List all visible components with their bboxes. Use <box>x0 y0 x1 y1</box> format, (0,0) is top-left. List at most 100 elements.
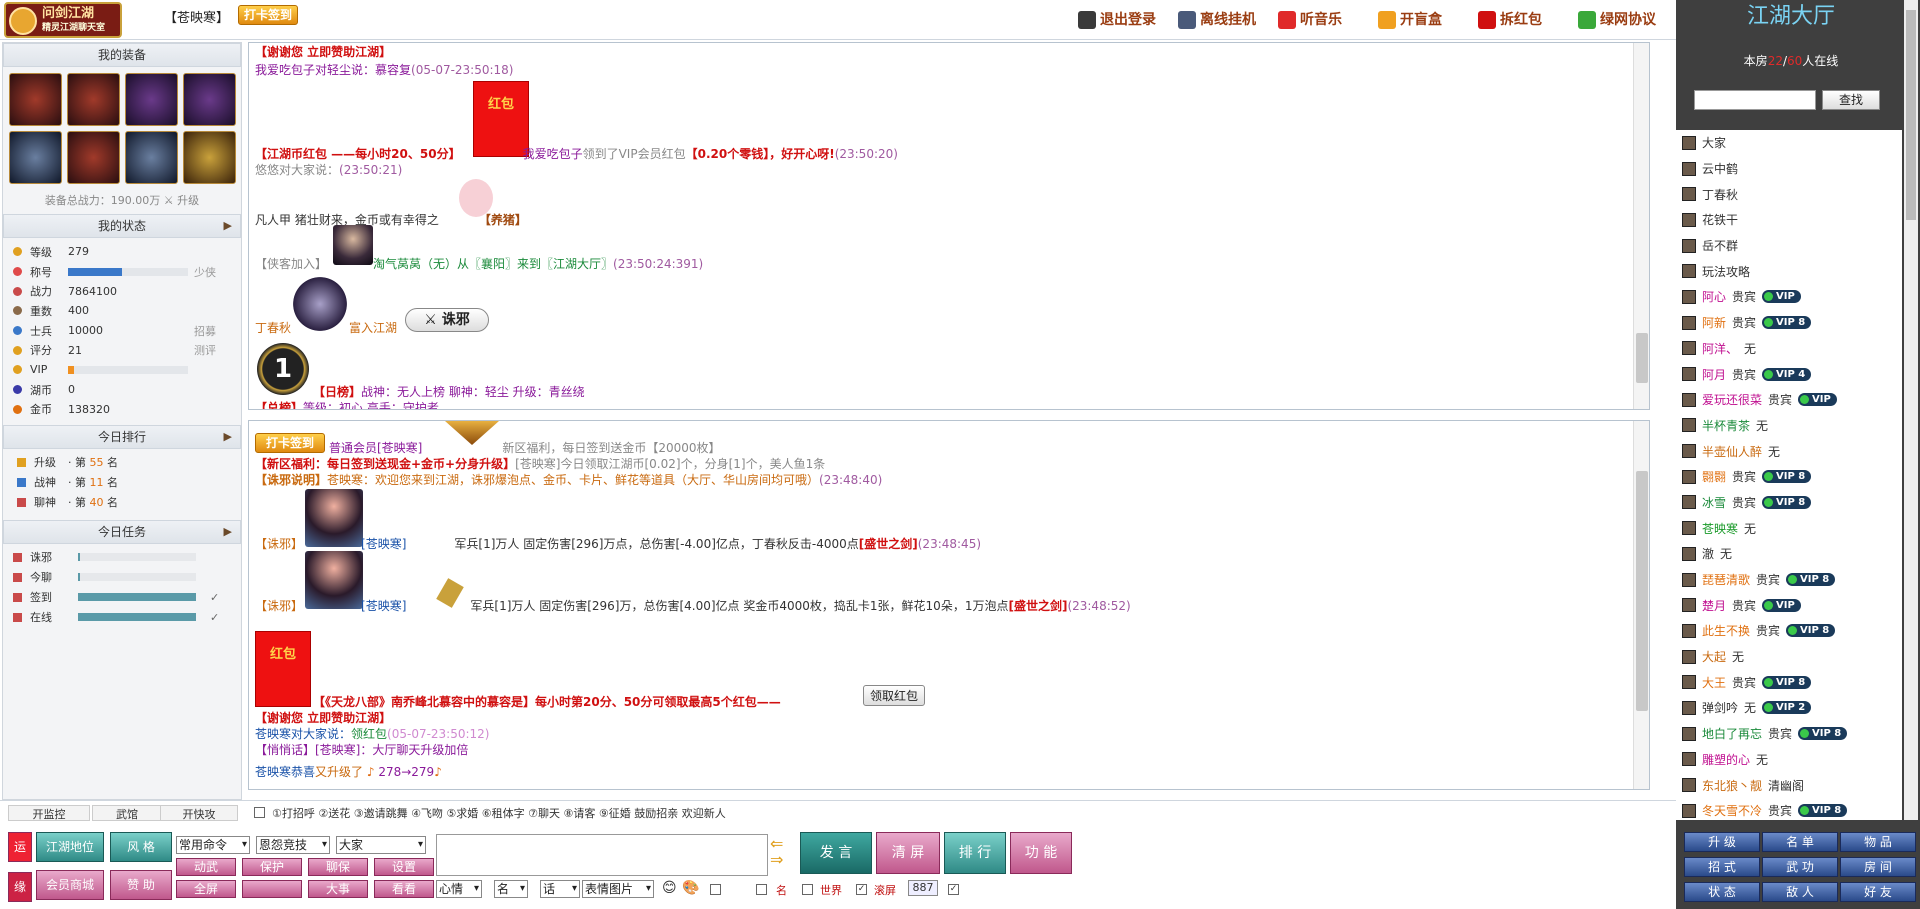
luck-button[interactable]: 运 <box>8 832 32 862</box>
stat-action[interactable]: 少侠 <box>194 264 216 280</box>
user-list-item[interactable]: 云中鹤 <box>1676 156 1902 182</box>
blind-box-link[interactable]: 开盲盒 <box>1378 10 1442 30</box>
rank-header[interactable]: 今日排行 ▶ <box>3 425 241 450</box>
chat-protect-button[interactable]: 聊保 <box>308 858 368 876</box>
sidebar-action-button[interactable]: 物 品 <box>1840 832 1916 852</box>
music-link[interactable]: 听音乐 <box>1278 10 1342 30</box>
user-list-item[interactable]: 阿新 贵宾 VIP 8 <box>1676 310 1902 336</box>
blank-button[interactable] <box>242 880 302 898</box>
checkin-button[interactable]: 打卡签到 <box>238 5 298 25</box>
user-list-item[interactable]: 大王 贵宾 VIP 8 <box>1676 669 1902 695</box>
chat-scrollbar[interactable] <box>1633 43 1649 409</box>
scroll-count[interactable]: 887 <box>908 880 938 896</box>
martial-hall-button[interactable]: 武馆 <box>92 805 162 821</box>
user-list-item[interactable]: 丁春秋 <box>1676 181 1902 207</box>
user-list-item[interactable]: 阿洋、无 <box>1676 336 1902 362</box>
ring-icon[interactable] <box>183 131 236 184</box>
user-list-item[interactable]: 苍映寒无 <box>1676 515 1902 541</box>
world-checkbox[interactable] <box>802 884 813 895</box>
smiley-icon[interactable]: 😊 <box>662 880 677 896</box>
find-button[interactable]: 查找 <box>1822 90 1880 110</box>
mood-select[interactable]: 心情 <box>436 880 482 898</box>
user-list-item[interactable]: 玩法攻略 <box>1676 258 1902 284</box>
user-list-item[interactable]: 地白了再忘 贵宾 VIP 8 <box>1676 721 1902 747</box>
slay-evil-button[interactable]: ⚔ 诛邪 <box>405 308 489 332</box>
user-list-item[interactable]: 大起无 <box>1676 644 1902 670</box>
send-button[interactable]: 发 言 <box>800 832 872 874</box>
user-list-item[interactable]: 大家 <box>1676 130 1902 156</box>
jianghu-status-button[interactable]: 江湖地位 <box>36 832 104 862</box>
clear-screen-button[interactable]: 清 屏 <box>876 832 940 874</box>
claim-red-packet-button[interactable]: 领取红包 <box>863 685 926 706</box>
chat-line[interactable]: 【谢谢您 立即赞助江湖】 <box>255 709 391 726</box>
settings-button[interactable]: 设置 <box>374 858 434 876</box>
checkin-badge[interactable]: 打卡签到 <box>255 433 325 453</box>
scroll-checkbox[interactable]: ✓ <box>856 884 867 895</box>
stat-action[interactable]: 招募 <box>194 323 216 339</box>
user-list-item[interactable]: 半壶仙人醉无 <box>1676 438 1902 464</box>
sponsor-button[interactable]: 赞 助 <box>110 870 172 900</box>
sidebar-action-button[interactable]: 敌 人 <box>1762 882 1838 902</box>
user-list-item[interactable]: 弹剑吟无 VIP 2 <box>1676 695 1902 721</box>
helmet-icon[interactable] <box>9 73 62 126</box>
user-list-item[interactable]: 爱玩还很菜 贵宾 VIP <box>1676 387 1902 413</box>
rank-row[interactable]: 聊神 · 第 40 名 <box>3 492 241 512</box>
spear-icon[interactable] <box>9 131 62 184</box>
rank-row[interactable]: 升级 · 第 55 名 <box>3 452 241 472</box>
shoulder-armor-icon[interactable] <box>183 73 236 126</box>
robe-icon[interactable] <box>67 131 120 184</box>
sidebar-action-button[interactable]: 好 友 <box>1840 882 1916 902</box>
logout-link[interactable]: 退出登录 <box>1078 10 1156 30</box>
sidebar-action-button[interactable]: 武 功 <box>1762 857 1838 877</box>
user-list-item[interactable]: 冰雪 贵宾 VIP 8 <box>1676 490 1902 516</box>
task-row[interactable]: 今聊 <box>3 567 241 587</box>
red-packet-icon[interactable]: 红包 <box>255 631 311 707</box>
user-list-item[interactable]: 东北狼丶靓 清幽阁 <box>1676 772 1902 798</box>
option-checkbox[interactable] <box>710 884 721 895</box>
emoji-select[interactable]: 表情图片 <box>582 880 654 898</box>
user-list-item[interactable]: 楚月 贵宾 VIP <box>1676 592 1902 618</box>
name-select[interactable]: 名 <box>494 880 528 898</box>
sidebar-action-button[interactable]: 房 间 <box>1840 857 1916 877</box>
protect-button[interactable]: 保护 <box>242 858 302 876</box>
task-row[interactable]: 签到 ✓ <box>3 587 241 607</box>
chat-scrollbar[interactable] <box>1633 421 1649 789</box>
target-select[interactable]: 大家 <box>336 836 426 854</box>
stat-action[interactable]: 测评 <box>194 342 216 358</box>
monitor-button[interactable]: 开监控 <box>8 805 90 821</box>
function-button[interactable]: 功 能 <box>1010 832 1072 874</box>
task-row[interactable]: 诛邪 <box>3 547 241 567</box>
necklace-icon[interactable] <box>67 73 120 126</box>
equip-upgrade-link[interactable]: 升级 <box>177 194 199 207</box>
chat-line[interactable]: 【谢谢您 立即赞助江湖】 <box>255 43 391 60</box>
task-row[interactable]: 在线 ✓ <box>3 607 241 627</box>
attack-button[interactable]: 动武 <box>176 858 236 876</box>
name-checkbox[interactable] <box>756 884 767 895</box>
scroll-thumb[interactable] <box>1636 471 1648 711</box>
user-list-item[interactable]: 琵琶清歌 贵宾 VIP 8 <box>1676 567 1902 593</box>
status-header[interactable]: 我的状态 ▶ <box>3 214 241 238</box>
expand-arrow-icon[interactable]: ▶ <box>224 521 232 543</box>
user-list-item[interactable]: 阿月 贵宾 VIP 4 <box>1676 361 1902 387</box>
expand-arrow-icon[interactable]: ▶ <box>224 215 232 237</box>
task-header[interactable]: 今日任务 ▶ <box>3 520 241 545</box>
user-list-item[interactable]: 翾翾 贵宾 VIP 8 <box>1676 464 1902 490</box>
armor-icon[interactable] <box>125 73 178 126</box>
extra-checkbox[interactable]: ✓ <box>948 884 959 895</box>
palette-icon[interactable]: 🎨 <box>682 880 699 896</box>
big-event-button[interactable]: 大事 <box>308 880 368 898</box>
member-shop-button[interactable]: 会员商城 <box>36 870 104 900</box>
pk-select[interactable]: 恩怨竞技 <box>256 836 330 854</box>
expand-arrow-icon[interactable]: ▶ <box>224 426 232 448</box>
site-logo[interactable]: 问剑江湖 精灵江湖聊天室 <box>4 2 122 38</box>
green-agreement-link[interactable]: 绿网协议 <box>1578 10 1656 30</box>
user-list-item[interactable]: 岳不群 <box>1676 233 1902 259</box>
user-list-item[interactable]: 半杯青茶无 <box>1676 413 1902 439</box>
offline-idle-link[interactable]: 离线挂机 <box>1178 10 1256 30</box>
user-list-item[interactable]: 雕塑的心无 <box>1676 747 1902 773</box>
swap-arrows-icon[interactable]: ⇐ ⇒ <box>770 836 783 868</box>
fullscreen-button[interactable]: 全屏 <box>176 880 236 898</box>
sidebar-action-button[interactable]: 招 式 <box>1684 857 1760 877</box>
ranking-button[interactable]: 排 行 <box>944 832 1006 874</box>
sidebar-action-button[interactable]: 名 单 <box>1762 832 1838 852</box>
